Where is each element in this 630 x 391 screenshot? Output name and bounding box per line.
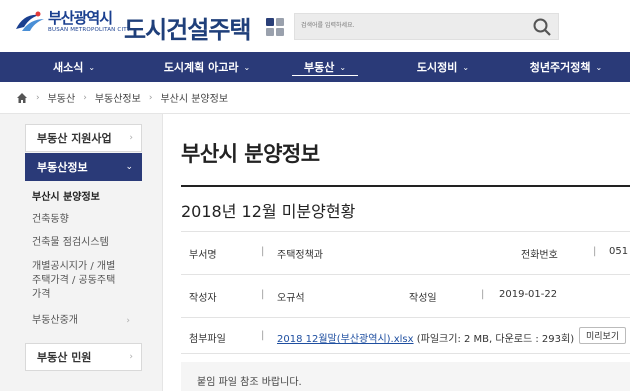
main-navigation: 새소식 ⌄ 도시계획 아고라 ⌄ 부동산 ⌄ 도시정비 ⌄ 청년주거정책 ⌄ xyxy=(0,52,630,82)
logo-english-text: BUSAN METROPOLITAN CITY xyxy=(48,26,131,33)
chevron-right-icon: › xyxy=(148,92,153,103)
phone-label: 전화번호 xyxy=(521,250,558,261)
breadcrumb: › 부동산 › 부동산정보 › 부산시 분양정보 xyxy=(0,82,630,114)
phone-value: 051 xyxy=(609,246,629,257)
chevron-down-icon: ⌄ xyxy=(339,62,347,72)
chevron-down-icon: ⌄ xyxy=(462,62,470,72)
breadcrumb-item[interactable]: 부동산정보 xyxy=(95,90,141,105)
row-divider xyxy=(181,274,630,275)
main-content: 부산시 분양정보 2018년 12월 미분양현황 부서명 | 주택정책과 전화번… xyxy=(163,114,630,391)
breadcrumb-item[interactable]: 부동산 xyxy=(48,90,76,105)
chevron-down-icon: ⌄ xyxy=(125,162,133,172)
sidebar-item-label: 건축물 점검시스템 xyxy=(32,237,109,248)
author-value: 오규석 xyxy=(277,293,305,304)
attachment-row: 2018 12월말(부산광역시).xlsx (파일크기: 2 MB, 다운로드 … xyxy=(277,330,574,345)
chevron-right-icon: › xyxy=(129,133,133,143)
nav-item-label: 새소식 xyxy=(52,61,84,74)
chevron-down-icon: ⌄ xyxy=(88,62,96,72)
nav-item-label: 부동산 xyxy=(303,61,335,74)
nav-item-label: 청년주거정책 xyxy=(529,61,591,74)
side-navigation: 부동산 지원사업 › 부동산정보 ⌄ 부산시 분양정보 건축동향 건축물 점검시… xyxy=(0,114,163,391)
page-title: 부산시 분양정보 xyxy=(181,142,320,166)
sidebar-item-building-inspection[interactable]: 건축물 점검시스템 xyxy=(32,236,142,250)
nav-item-urban-renewal[interactable]: 도시정비 ⌄ xyxy=(384,52,502,82)
search-box: 검색어를 입력하세요. xyxy=(294,13,559,40)
sidebar-menu-label: 부동산 민원 xyxy=(37,351,92,364)
logo-korean-text: 부산광역시 xyxy=(48,8,113,27)
busan-logo[interactable]: 부산광역시 BUSAN METROPOLITAN CITY xyxy=(14,9,130,35)
sidebar-menu-realestate-info[interactable]: 부동산정보 ⌄ xyxy=(25,153,142,181)
sitemap-grid-icon[interactable] xyxy=(266,18,284,36)
row-divider xyxy=(181,231,630,232)
nav-item-realestate[interactable]: 부동산 ⌄ xyxy=(266,52,384,82)
nav-item-youth-housing[interactable]: 청년주거정책 ⌄ xyxy=(502,52,630,82)
post-title: 2018년 12월 미분양현황 xyxy=(181,202,356,221)
nav-item-label: 도시계획 아고라 xyxy=(163,61,239,74)
date-label: 작성일 xyxy=(409,293,437,304)
site-header: 부산광역시 BUSAN METROPOLITAN CITY 도시건설주택 검색어… xyxy=(0,0,630,52)
row-divider xyxy=(181,353,630,354)
busan-logo-icon xyxy=(16,11,44,31)
chevron-right-icon: › xyxy=(129,352,133,362)
home-icon[interactable] xyxy=(16,92,28,104)
attachment-meta: (파일크기: 2 MB, 다운로드 : 293회) xyxy=(416,334,575,345)
sidebar-menu-label: 부동산 지원사업 xyxy=(37,132,112,145)
row-divider xyxy=(181,317,630,318)
sidebar-menu-label: 부동산정보 xyxy=(37,161,88,174)
chevron-down-icon: ⌄ xyxy=(595,62,603,72)
sidebar-item-building-trends[interactable]: 건축동향 xyxy=(32,213,142,227)
attachment-link[interactable]: 2018 12월말(부산광역시).xlsx xyxy=(277,334,414,345)
post-body-text: 붙임 파일 참조 바랍니다. xyxy=(197,377,302,388)
chevron-right-icon: › xyxy=(83,92,87,103)
search-input[interactable]: 검색어를 입력하세요. xyxy=(301,20,355,29)
divider-bar: | xyxy=(593,246,597,257)
chevron-down-icon: ⌄ xyxy=(243,62,251,72)
site-title[interactable]: 도시건설주택 xyxy=(124,10,251,45)
preview-button[interactable]: 미리보기 xyxy=(579,327,627,344)
nav-item-agora[interactable]: 도시계획 아고라 ⌄ xyxy=(148,52,266,82)
author-label: 작성자 xyxy=(189,293,217,304)
sidebar-item-label: 개별공시지가 / 개별주택가격 / 공동주택가격 xyxy=(32,261,116,300)
sidebar-menu-support[interactable]: 부동산 지원사업 › xyxy=(25,124,142,152)
attachment-label: 첨부파일 xyxy=(189,334,226,345)
chevron-right-icon: › xyxy=(36,92,40,103)
title-divider xyxy=(181,185,630,187)
nav-item-news[interactable]: 새소식 ⌄ xyxy=(0,52,148,82)
sidebar-item-label: 건축동향 xyxy=(32,214,69,225)
sidebar-item-presale-info[interactable]: 부산시 분양정보 xyxy=(32,191,142,205)
divider-bar: | xyxy=(261,289,265,300)
divider-bar: | xyxy=(261,246,265,257)
search-icon[interactable] xyxy=(532,17,552,37)
chevron-right-icon: › xyxy=(126,316,130,326)
date-value: 2019-01-22 xyxy=(499,289,558,300)
sidebar-item-label: 부산시 분양정보 xyxy=(32,192,100,203)
divider-bar: | xyxy=(261,330,265,341)
sidebar-menu-civil-complaint[interactable]: 부동산 민원 › xyxy=(25,343,142,371)
divider-bar: | xyxy=(481,289,485,300)
breadcrumb-item[interactable]: 부산시 분양정보 xyxy=(160,90,228,105)
dept-label: 부서명 xyxy=(189,250,217,261)
sidebar-item-brokerage[interactable]: 부동산중개 › xyxy=(32,314,142,328)
nav-item-label: 도시정비 xyxy=(416,61,458,74)
sidebar-item-label: 부동산중개 xyxy=(32,315,78,326)
dept-value: 주택정책과 xyxy=(277,250,323,261)
sidebar-item-land-price[interactable]: 개별공시지가 / 개별주택가격 / 공동주택가격 xyxy=(32,260,120,302)
